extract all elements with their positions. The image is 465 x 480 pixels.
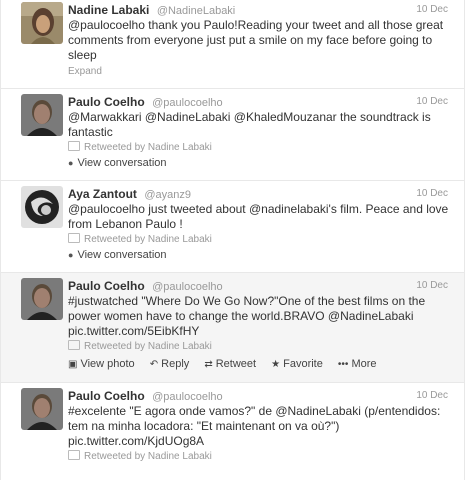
tweet-timestamp[interactable]: 10 Dec	[416, 2, 448, 18]
avatar-paulo[interactable]	[21, 278, 63, 320]
retweeted-by-label: Retweeted by Nadine Labaki	[84, 234, 212, 245]
retweeted-by-label: Retweeted by Nadine Labaki	[84, 451, 212, 462]
tweet-text: @paulocoelho thank you Paulo!Reading you…	[68, 18, 444, 62]
tweet-timestamp[interactable]: 10 Dec	[416, 278, 448, 294]
tweet-text: #excelente "E agora onde vamos?" de @Nad…	[68, 404, 441, 448]
avatar-paulo[interactable]	[21, 94, 63, 136]
retweet-icon	[68, 450, 80, 460]
tweet-item[interactable]: Aya Zantout @ayanz9 10 Dec @paulocoelho …	[1, 181, 464, 273]
retweeted-by: Retweeted by Nadine Labaki	[68, 141, 456, 155]
tweet-timestamp[interactable]: 10 Dec	[416, 186, 448, 202]
tweet-item[interactable]: Paulo Coelho @paulocoelho 10 Dec #justwa…	[1, 273, 464, 383]
author-name[interactable]: Paulo Coelho	[68, 95, 145, 109]
retweeted-by-label: Retweeted by Nadine Labaki	[84, 142, 212, 153]
reply-arrow-icon: ↶	[149, 359, 159, 370]
tweet-text: #justwatched "Where Do We Go Now?"One of…	[68, 294, 426, 338]
author-handle[interactable]: @ayanz9	[144, 189, 191, 201]
retweeted-by: Retweeted by Nadine Labaki	[68, 233, 456, 247]
expand-link[interactable]: Expand	[68, 65, 456, 79]
tweet-timestamp[interactable]: 10 Dec	[416, 388, 448, 404]
view-photo-button[interactable]: ▣ View photo	[68, 358, 135, 370]
favorite-button[interactable]: ★ Favorite	[271, 358, 323, 370]
author-handle[interactable]: @NadineLabaki	[157, 5, 235, 17]
tweet-text: @paulocoelho just tweeted about @nadinel…	[68, 202, 449, 231]
author-name[interactable]: Aya Zantout	[68, 187, 137, 201]
avatar-paulo[interactable]	[21, 388, 63, 430]
tweet-item[interactable]: Nadine Labaki @NadineLabaki 10 Dec @paul…	[1, 0, 464, 89]
retweeted-by: Retweeted by Nadine Labaki	[68, 340, 456, 354]
tweet-item[interactable]: Paulo Coelho @paulocoelho 10 Dec @Marwak…	[1, 89, 464, 181]
retweet-label: Retweet	[215, 358, 257, 370]
view-conversation-label[interactable]: View conversation	[77, 249, 166, 261]
author-handle[interactable]: @paulocoelho	[152, 281, 223, 293]
retweet-icon: ⇄	[204, 359, 213, 370]
favorite-label: Favorite	[283, 358, 323, 370]
retweet-icon	[68, 141, 80, 151]
reply-label: Reply	[161, 358, 190, 370]
view-photo-label: View photo	[80, 358, 135, 370]
star-icon: ★	[271, 359, 281, 370]
more-label: More	[351, 358, 377, 370]
author-handle[interactable]: @paulocoelho	[152, 97, 223, 109]
tweet-text: @Marwakkari @NadineLabaki @KhaledMouzana…	[68, 110, 431, 139]
view-conversation-link[interactable]: ● View conversation	[68, 155, 456, 171]
tweet-timestamp[interactable]: 10 Dec	[416, 94, 448, 110]
author-name[interactable]: Nadine Labaki	[68, 3, 149, 17]
tweet-item[interactable]: Paulo Coelho @paulocoelho 10 Dec #excele…	[1, 383, 464, 480]
tweet-actions: ▣ View photo ↶ Reply ⇄ Retweet ★ Favorite ••…	[68, 356, 456, 372]
author-handle[interactable]: @paulocoelho	[152, 391, 223, 403]
speech-bubble-icon: ●	[68, 158, 74, 168]
photo-icon: ▣	[68, 359, 78, 370]
author-name[interactable]: Paulo Coelho	[68, 389, 145, 403]
retweet-button[interactable]: ⇄ Retweet	[204, 358, 256, 370]
retweet-icon	[68, 340, 80, 350]
retweeted-by: Retweeted by Nadine Labaki	[68, 450, 456, 464]
view-conversation-link[interactable]: ● View conversation	[68, 247, 456, 263]
more-button[interactable]: ••• More	[338, 358, 377, 370]
retweeted-by-label: Retweeted by Nadine Labaki	[84, 341, 212, 352]
tweet-timeline: Nadine Labaki @NadineLabaki 10 Dec @paul…	[0, 0, 465, 480]
author-name[interactable]: Paulo Coelho	[68, 279, 145, 293]
speech-bubble-icon: ●	[68, 250, 74, 260]
reply-button[interactable]: ↶ Reply	[150, 358, 190, 370]
ellipsis-icon: •••	[337, 359, 349, 370]
avatar-aya[interactable]	[21, 186, 63, 228]
retweet-icon	[68, 233, 80, 243]
avatar-nadine[interactable]	[21, 2, 63, 44]
view-conversation-label[interactable]: View conversation	[77, 157, 166, 169]
